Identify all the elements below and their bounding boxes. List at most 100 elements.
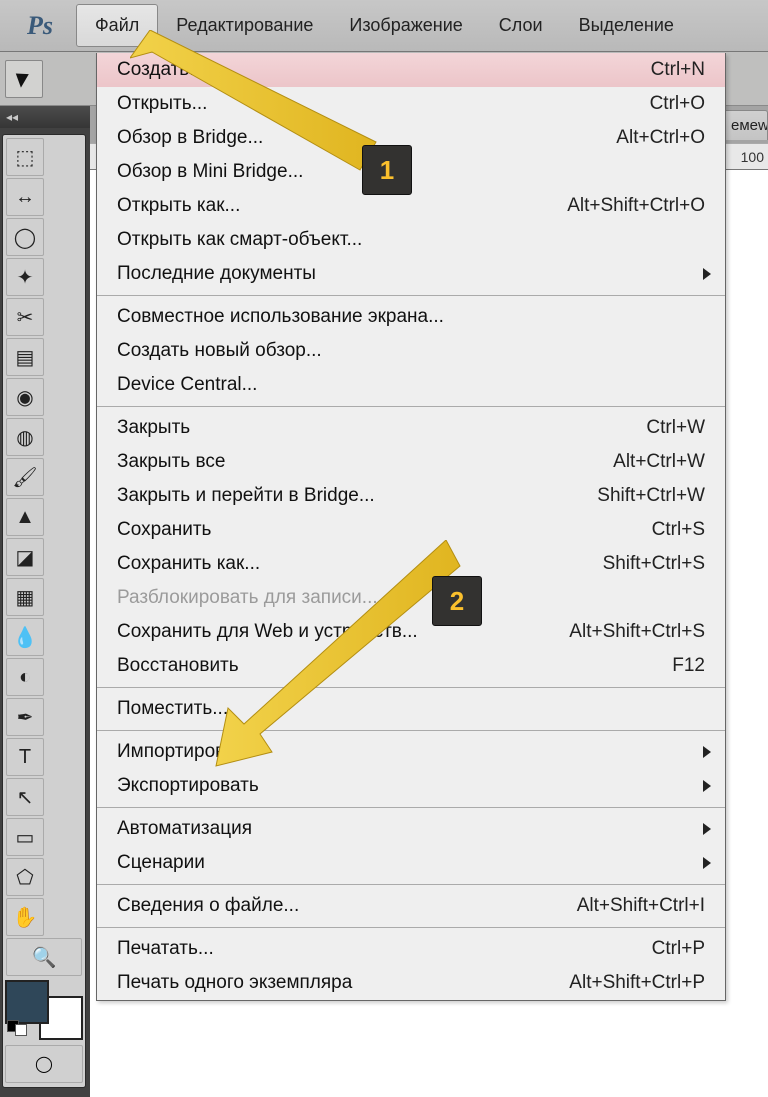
menu-item-place[interactable]: Поместить... — [97, 692, 725, 726]
menu-item-label: Импортировать — [117, 741, 254, 763]
menubar: Ps Файл Редактирование Изображение Слои … — [0, 0, 768, 52]
collapse-handle[interactable]: ◂◂ — [0, 106, 90, 128]
menu-item-label: Закрыть и перейти в Bridge... — [117, 485, 375, 507]
menu-item-label: Печатать... — [117, 938, 214, 960]
menu-item-close-all[interactable]: Закрыть все Alt+Ctrl+W — [97, 445, 725, 479]
menu-layers[interactable]: Слои — [481, 0, 561, 51]
tool-wand[interactable]: ✦ — [6, 258, 44, 296]
menu-item-label: Создать новый обзор... — [117, 340, 322, 362]
menu-item-label: Открыть как смарт-объект... — [117, 229, 362, 251]
menu-item-save[interactable]: Сохранить Ctrl+S — [97, 513, 725, 547]
menu-item-label: Автоматизация — [117, 818, 252, 840]
menu-file[interactable]: Файл — [76, 4, 158, 47]
menu-separator — [97, 730, 725, 731]
ruler-tick-value: 100 — [741, 149, 764, 165]
menu-item-save-as[interactable]: Сохранить как... Shift+Ctrl+S — [97, 547, 725, 581]
menu-item-scripts[interactable]: Сценарии — [97, 846, 725, 880]
submenu-arrow-icon — [703, 780, 711, 792]
move-cursor-icon — [16, 69, 32, 87]
menu-item-shortcut: Shift+Ctrl+W — [597, 485, 705, 507]
menu-item-close-bridge[interactable]: Закрыть и перейти в Bridge... Shift+Ctrl… — [97, 479, 725, 513]
menu-item-file-info[interactable]: Сведения о файле... Alt+Shift+Ctrl+I — [97, 889, 725, 923]
menu-item-import[interactable]: Импортировать — [97, 735, 725, 769]
menu-item-automate[interactable]: Автоматизация — [97, 812, 725, 846]
menu-separator — [97, 687, 725, 688]
menu-item-unlock-save: Разблокировать для записи... — [97, 581, 725, 615]
file-menu-dropdown: Создать... Ctrl+N Открыть... Ctrl+O Обзо… — [96, 53, 726, 1001]
menu-item-label: Сведения о файле... — [117, 895, 299, 917]
menu-image[interactable]: Изображение — [331, 0, 480, 51]
menu-item-shortcut: Alt+Shift+Ctrl+O — [567, 195, 705, 217]
menu-item-label: Device Central... — [117, 374, 257, 396]
tool-move[interactable]: ↔ — [6, 178, 44, 216]
default-colors-icon[interactable] — [7, 1020, 27, 1036]
tool-crop[interactable]: ✂ — [6, 298, 44, 336]
menu-item-print[interactable]: Печатать... Ctrl+P — [97, 932, 725, 966]
menu-item-label: Экспортировать — [117, 775, 259, 797]
menu-item-print-one[interactable]: Печать одного экземпляра Alt+Shift+Ctrl+… — [97, 966, 725, 1000]
tool-eraser[interactable]: ◪ — [6, 538, 44, 576]
menu-item-label: Восстановить — [117, 655, 239, 677]
menu-item-shortcut: Alt+Ctrl+O — [616, 127, 705, 149]
menu-separator — [97, 884, 725, 885]
tool-path-select[interactable]: ↖ — [6, 778, 44, 816]
menu-item-shortcut: Alt+Shift+Ctrl+S — [569, 621, 705, 643]
menu-separator — [97, 927, 725, 928]
quick-mask-toggle[interactable]: ◯ — [5, 1045, 83, 1083]
tool-shape[interactable]: ▭ — [6, 818, 44, 856]
menu-item-shortcut: Ctrl+S — [652, 519, 705, 541]
annotation-badge-2: 2 — [432, 576, 482, 626]
menu-item-revert[interactable]: Восстановить F12 — [97, 649, 725, 683]
left-panel: ◂◂ ⬚ ↔ ◯ ✦ ✂ ▤ ◉ ◍ 🖌 ▲ ◪ ▦ 💧 ◐ ✒ T ↖ ▭ ⬠… — [0, 106, 90, 1097]
tool-blur[interactable]: 💧 — [6, 618, 44, 656]
menu-item-open[interactable]: Открыть... Ctrl+O — [97, 87, 725, 121]
menu-item-device-central[interactable]: Device Central... — [97, 368, 725, 402]
menu-item-shortcut: Ctrl+P — [652, 938, 705, 960]
tool-marquee[interactable]: ⬚ — [6, 138, 44, 176]
tool-gradient[interactable]: ▦ — [6, 578, 44, 616]
menu-item-recent[interactable]: Последние документы — [97, 257, 725, 291]
menu-edit[interactable]: Редактирование — [158, 0, 331, 51]
menu-item-label: Сохранить как... — [117, 553, 260, 575]
menu-separator — [97, 807, 725, 808]
menu-item-label: Обзор в Mini Bridge... — [117, 161, 303, 183]
color-swatches[interactable] — [5, 980, 83, 1040]
menu-items: Файл Редактирование Изображение Слои Выд… — [76, 0, 692, 51]
menu-item-label: Обзор в Bridge... — [117, 127, 263, 149]
menu-item-label: Последние документы — [117, 263, 316, 285]
tool-type[interactable]: T — [6, 738, 44, 776]
tool-pen[interactable]: ✒ — [6, 698, 44, 736]
menu-item-label: Сохранить для Web и устройств... — [117, 621, 418, 643]
menu-item-shortcut: Ctrl+W — [646, 417, 705, 439]
menu-item-new-review[interactable]: Создать новый обзор... — [97, 334, 725, 368]
menu-separator — [97, 406, 725, 407]
menu-item-export[interactable]: Экспортировать — [97, 769, 725, 803]
menu-item-label: Поместить... — [117, 698, 228, 720]
menu-item-create[interactable]: Создать... Ctrl+N — [97, 53, 725, 87]
tool-brush[interactable]: 🖌 — [6, 458, 44, 496]
tool-eyedropper[interactable]: ◉ — [6, 378, 44, 416]
tool-heal[interactable]: ◍ — [6, 418, 44, 456]
foreground-color-swatch[interactable] — [5, 980, 49, 1024]
tool-zoom[interactable]: 🔍 — [6, 938, 82, 976]
submenu-arrow-icon — [703, 268, 711, 280]
menu-item-share-screen[interactable]: Совместное использование экрана... — [97, 300, 725, 334]
menu-item-label: Совместное использование экрана... — [117, 306, 444, 328]
menu-item-shortcut: Ctrl+O — [650, 93, 705, 115]
menu-item-label: Печать одного экземпляра — [117, 972, 352, 994]
submenu-arrow-icon — [703, 857, 711, 869]
tool-shape2[interactable]: ⬠ — [6, 858, 44, 896]
tool-stamp[interactable]: ▲ — [6, 498, 44, 536]
tool-dodge[interactable]: ◐ — [6, 658, 44, 696]
menu-item-save-web[interactable]: Сохранить для Web и устройств... Alt+Shi… — [97, 615, 725, 649]
tool-preset-picker[interactable] — [5, 60, 43, 98]
menu-item-close[interactable]: Закрыть Ctrl+W — [97, 411, 725, 445]
menu-item-open-smart[interactable]: Открыть как смарт-объект... — [97, 223, 725, 257]
menu-item-shortcut: Alt+Shift+Ctrl+P — [569, 972, 705, 994]
menu-select[interactable]: Выделение — [561, 0, 692, 51]
tool-slice[interactable]: ▤ — [6, 338, 44, 376]
menu-item-shortcut: Ctrl+N — [651, 59, 705, 81]
tool-lasso[interactable]: ◯ — [6, 218, 44, 256]
menu-item-label: Создать... — [117, 59, 205, 81]
tool-hand[interactable]: ✋ — [6, 898, 44, 936]
